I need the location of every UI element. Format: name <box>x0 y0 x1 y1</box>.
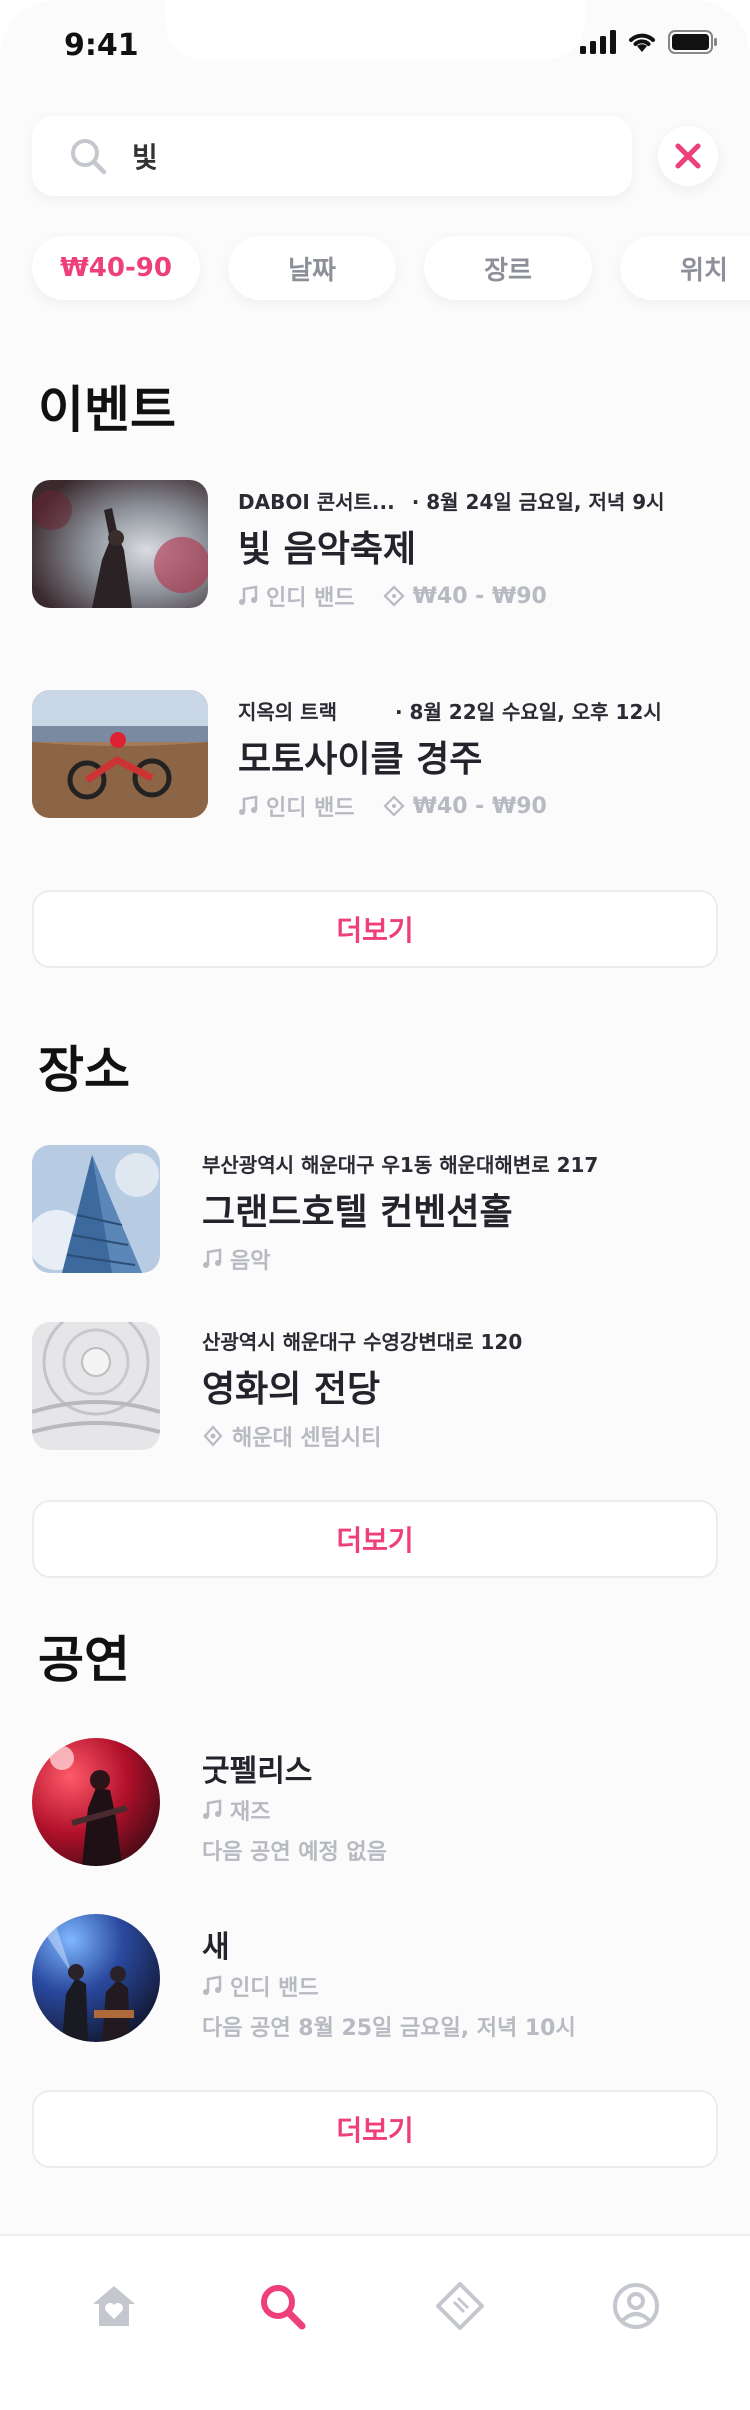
venue-address: 부산광역시 해운대구 우1동 해운대해변로 217 <box>202 1153 599 1177</box>
performer-item[interactable]: 굿펠리스 재즈 다음 공연 예정 없음 <box>32 1738 722 1868</box>
performer-next-show: 다음 공연 예정 없음 <box>202 1840 387 1865</box>
venue-tag: 해운대 센텀시티 <box>232 1426 382 1451</box>
venues-section-title: 장소 <box>38 1041 130 1099</box>
performers-section-title: 공연 <box>38 1631 130 1689</box>
events-more-button[interactable]: 더보기 <box>32 890 718 968</box>
music-note-icon <box>239 795 258 815</box>
battery-icon <box>668 30 717 54</box>
screen: 9:41 빛 ₩40-90 날짜 장르 위치 이벤트 DABOI 콘서트... … <box>0 0 750 2410</box>
event-name: 빛 음악축제 <box>238 529 417 570</box>
search-bar[interactable] <box>32 116 632 196</box>
performer-genre-row: 인디 밴드 <box>202 1970 319 2002</box>
music-note-icon <box>239 585 258 605</box>
bottom-tab-bar <box>0 2234 750 2410</box>
cellular-signal-icon <box>580 30 616 54</box>
venue-item[interactable]: 부산광역시 해운대구 우1동 해운대해변로 217 그랜드호텔 컨벤션홀 음악 <box>32 1145 722 1275</box>
venue-thumbnail <box>32 1322 160 1450</box>
filter-genre[interactable]: 장르 <box>424 236 592 300</box>
performer-genre: 인디 밴드 <box>230 1976 319 2001</box>
event-date: · 8월 24일 금요일, 저녁 9시 <box>411 490 665 514</box>
performer-item[interactable]: 새 인디 밴드 다음 공연 8월 25일 금요일, 저녁 10시 <box>32 1914 722 2044</box>
status-bar: 9:41 <box>0 0 750 88</box>
ticket-icon <box>436 2282 484 2330</box>
filter-date[interactable]: 날짜 <box>228 236 396 300</box>
event-genre: 인디 밴드 <box>266 586 355 611</box>
performer-genre: 재즈 <box>230 1800 271 1825</box>
performer-avatar <box>32 1914 160 2042</box>
search-icon <box>261 2285 306 2330</box>
event-price: ₩40 - ₩90 <box>412 583 547 609</box>
events-section-title: 이벤트 <box>38 381 176 439</box>
filter-price[interactable]: ₩40-90 <box>32 236 200 300</box>
event-item[interactable]: DABOI 콘서트... · 8월 24일 금요일, 저녁 9시 빛 음악축제 … <box>32 480 722 612</box>
ticket-icon <box>383 795 405 817</box>
event-venue: DABOI 콘서트... <box>238 490 395 514</box>
event-name: 모토사이클 경주 <box>238 739 483 780</box>
performers-more-button[interactable]: 더보기 <box>32 2090 718 2168</box>
event-thumbnail <box>32 690 208 818</box>
music-note-icon <box>203 1248 222 1268</box>
performer-next-show: 다음 공연 8월 25일 금요일, 저녁 10시 <box>202 2016 576 2041</box>
performer-name: 새 <box>202 1930 230 1965</box>
venue-name: 그랜드호텔 컨벤션홀 <box>202 1192 513 1233</box>
search-icon <box>71 139 107 175</box>
tab-search[interactable] <box>252 2276 312 2336</box>
music-note-icon <box>203 1799 222 1819</box>
event-meta: 지옥의 트랙 · 8월 22일 수요일, 오후 12시 <box>238 696 662 725</box>
performer-name: 굿펠리스 <box>202 1754 313 1789</box>
music-note-icon <box>203 1975 222 1995</box>
close-icon <box>675 143 701 169</box>
event-price: ₩40 - ₩90 <box>412 793 547 819</box>
event-details: 인디 밴드 ₩40 - ₩90 <box>238 580 547 612</box>
notch <box>165 0 585 60</box>
tab-profile[interactable] <box>606 2276 666 2336</box>
home-heart-icon <box>93 2286 135 2326</box>
venue-address: 산광역시 해운대구 수영강변대로 120 <box>202 1330 523 1354</box>
event-meta: DABOI 콘서트... · 8월 24일 금요일, 저녁 9시 <box>238 486 665 515</box>
filter-chips: ₩40-90 날짜 장르 위치 <box>32 236 750 300</box>
performer-genre-row: 재즈 <box>202 1794 270 1826</box>
event-genre: 인디 밴드 <box>266 796 355 821</box>
tab-tickets[interactable] <box>430 2276 490 2336</box>
venue-item[interactable]: 산광역시 해운대구 수영강변대로 120 영화의 전당 해운대 센텀시티 <box>32 1322 722 1452</box>
venue-details: 해운대 센텀시티 <box>202 1420 381 1452</box>
clear-search-button[interactable] <box>658 126 718 186</box>
event-item[interactable]: 지옥의 트랙 · 8월 22일 수요일, 오후 12시 모토사이클 경주 인디 … <box>32 690 722 822</box>
status-time: 9:41 <box>64 28 139 63</box>
ticket-icon <box>383 585 405 607</box>
profile-icon <box>613 2283 659 2329</box>
event-details: 인디 밴드 ₩40 - ₩90 <box>238 790 547 822</box>
event-date: · 8월 22일 수요일, 오후 12시 <box>394 700 662 724</box>
venue-tag: 음악 <box>230 1249 271 1274</box>
performer-avatar <box>32 1738 160 1866</box>
event-venue: 지옥의 트랙 <box>238 700 337 724</box>
filter-location[interactable]: 위치 <box>620 236 750 300</box>
venue-details: 음악 <box>202 1243 270 1275</box>
tab-home[interactable] <box>84 2276 144 2336</box>
wifi-icon <box>629 33 655 52</box>
search-input[interactable] <box>132 139 572 173</box>
venue-name: 영화의 전당 <box>202 1369 381 1410</box>
venues-more-button[interactable]: 더보기 <box>32 1500 718 1578</box>
venue-thumbnail <box>32 1145 160 1273</box>
system-icons <box>580 30 718 54</box>
event-thumbnail <box>32 480 208 608</box>
location-pin-icon <box>203 1425 223 1447</box>
